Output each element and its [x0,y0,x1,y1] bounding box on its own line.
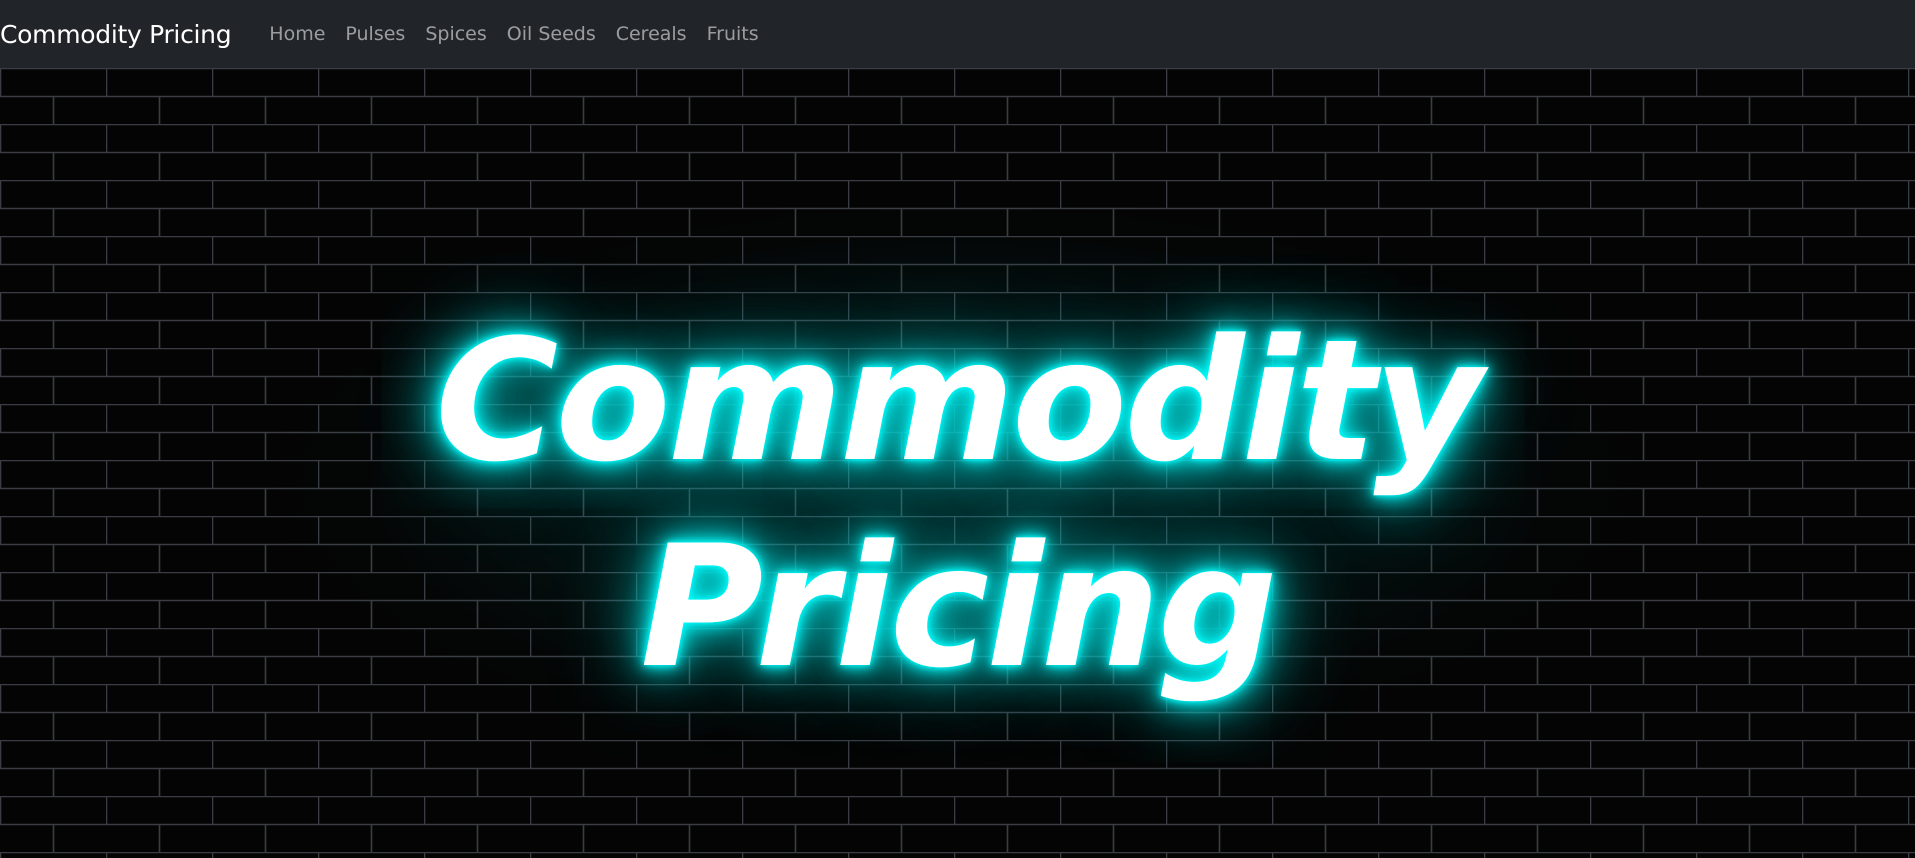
hero-title-line-1: Commodity [435,303,1483,499]
nav-link-fruits[interactable]: Fruits [697,23,769,45]
nav-item: Fruits [697,23,769,45]
nav-link-cereals[interactable]: Cereals [606,23,697,45]
nav-item: Pulses [335,23,415,45]
hero-title-line-2: Pricing [640,509,1277,705]
nav-link-oil-seeds[interactable]: Oil Seeds [497,23,606,45]
nav-links: Home Pulses Spices Oil Seeds Cereals Fru… [259,23,768,45]
hero-section: Commodity Pricing [0,68,1915,858]
nav-item: Cereals [606,23,697,45]
nav-link-home[interactable]: Home [259,23,335,45]
navbar-brand[interactable]: Commodity Pricing [0,20,232,49]
nav-item: Spices [415,23,496,45]
hero-title: Commodity Pricing [0,298,1915,710]
nav-item: Oil Seeds [497,23,606,45]
top-navbar: Commodity Pricing Home Pulses Spices Oil… [0,0,1915,68]
nav-item: Home [259,23,335,45]
nav-link-spices[interactable]: Spices [415,23,496,45]
nav-link-pulses[interactable]: Pulses [335,23,415,45]
